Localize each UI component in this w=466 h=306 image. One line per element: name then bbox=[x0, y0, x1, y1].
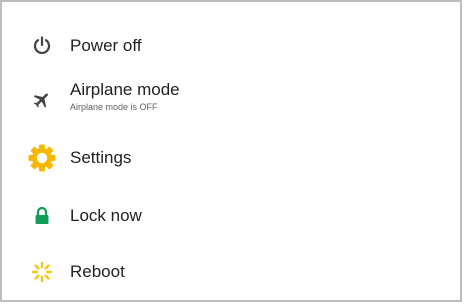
menu-item-label: Power off bbox=[70, 36, 142, 55]
menu-item-label: Settings bbox=[70, 148, 132, 167]
menu-item-settings[interactable]: Settings bbox=[2, 130, 460, 186]
menu-item-label: Lock now bbox=[70, 206, 142, 225]
menu-item-lock-now[interactable]: Lock now bbox=[2, 188, 460, 244]
menu-item-power-off[interactable]: Power off bbox=[2, 18, 460, 74]
settings-gear-icon bbox=[18, 134, 66, 182]
menu-item-label: Airplane mode bbox=[70, 80, 180, 99]
global-actions-dialog: Power off Airplane mode Airplane mode is… bbox=[0, 0, 462, 302]
reboot-icon bbox=[18, 248, 66, 296]
menu-item-reboot[interactable]: Reboot bbox=[2, 244, 460, 300]
power-icon bbox=[18, 22, 66, 70]
menu-item-label: Reboot bbox=[70, 262, 125, 281]
menu-item-status: Airplane mode is OFF bbox=[70, 102, 158, 112]
lock-icon bbox=[18, 192, 66, 240]
menu-item-airplane-mode[interactable]: Airplane mode Airplane mode is OFF bbox=[2, 72, 460, 128]
airplane-icon bbox=[18, 76, 66, 124]
